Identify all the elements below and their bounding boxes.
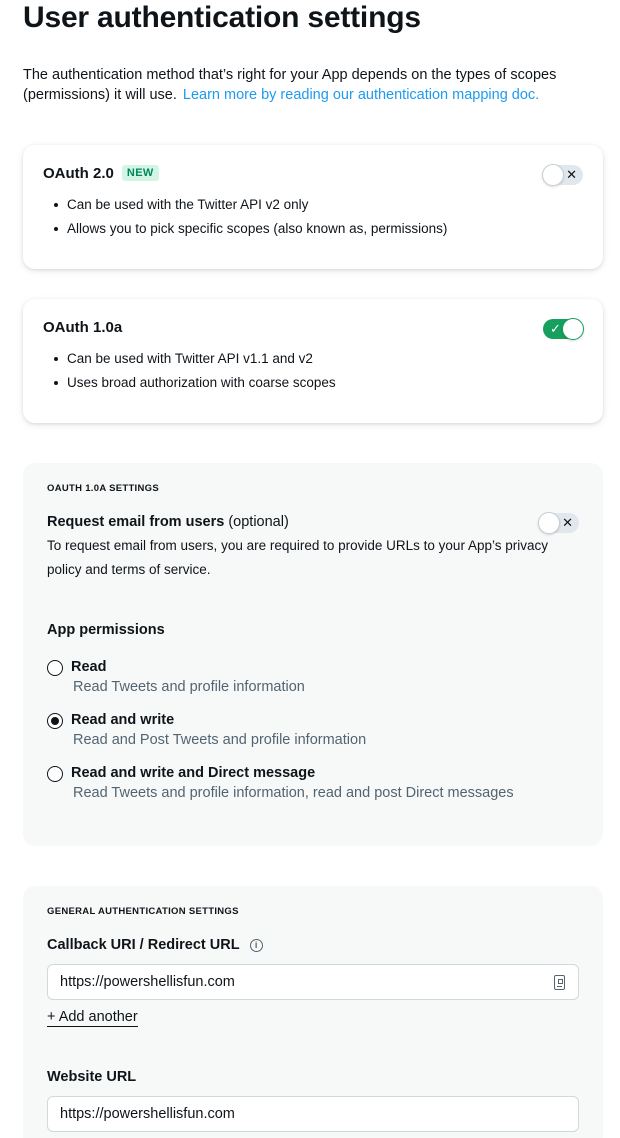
intro-text: The authentication method that’s right f… xyxy=(23,65,598,105)
website-url-field[interactable]: https://powershellisfun.com xyxy=(47,1096,579,1132)
auth-mapping-doc-link[interactable]: Learn more by reading our authentication… xyxy=(183,87,539,103)
callback-url-label-text: Callback URI / Redirect URL xyxy=(47,937,240,953)
oauth1-bullets: Can be used with Twitter API v1.1 and v2… xyxy=(54,347,336,395)
permission-read[interactable]: Read Read Tweets and profile information xyxy=(47,659,577,699)
permission-read-write-dm[interactable]: Read and write and Direct message Read T… xyxy=(47,765,577,805)
permission-description: Read Tweets and profile information, rea… xyxy=(73,785,514,801)
radio-button[interactable] xyxy=(47,660,63,676)
callback-url-label: Callback URI / Redirect URL i xyxy=(47,937,263,953)
toggle-knob xyxy=(542,164,564,186)
list-item: Can be used with the Twitter API v2 only xyxy=(53,193,447,217)
oauth2-bullets: Can be used with the Twitter API v2 only… xyxy=(53,193,447,241)
section-label: OAUTH 1.0A SETTINGS xyxy=(47,483,159,494)
new-badge: NEW xyxy=(121,165,159,181)
oauth1-settings-panel: OAUTH 1.0A SETTINGS Request email from u… xyxy=(23,463,603,846)
general-settings-panel: GENERAL AUTHENTICATION SETTINGS Callback… xyxy=(23,886,603,1138)
permission-read-write[interactable]: Read and write Read and Post Tweets and … xyxy=(47,712,577,752)
callback-url-field[interactable]: https://powershellisfun.com xyxy=(47,964,579,1000)
info-icon[interactable]: i xyxy=(249,939,263,952)
list-item: Uses broad authorization with coarse sco… xyxy=(54,371,336,395)
optional-text: (optional) xyxy=(228,514,289,530)
request-email-label: Request email from users (optional) xyxy=(47,514,289,530)
permission-label: Read and write and Direct message xyxy=(71,765,316,781)
radio-button[interactable] xyxy=(47,766,63,782)
callback-url-value: https://powershellisfun.com xyxy=(60,974,235,990)
list-item: Allows you to pick specific scopes (also… xyxy=(53,217,447,241)
permission-label: Read and write xyxy=(71,712,175,728)
toggle-knob xyxy=(562,318,584,340)
request-email-text: Request email from users xyxy=(47,514,225,530)
oauth2-card: OAuth 2.0 NEW ✕ Can be used with the Twit… xyxy=(23,145,603,269)
check-icon: ✓ xyxy=(550,321,561,336)
permission-label: Read xyxy=(71,659,107,675)
oauth1-title: OAuth 1.0a xyxy=(43,319,123,336)
add-another-link[interactable]: + Add another xyxy=(47,1009,138,1027)
app-permissions-label: App permissions xyxy=(47,622,165,638)
website-url-label: Website URL xyxy=(47,1069,137,1085)
permission-description: Read and Post Tweets and profile informa… xyxy=(73,732,367,748)
oauth2-title: OAuth 2.0 NEW xyxy=(43,165,159,182)
close-icon: ✕ xyxy=(562,515,573,530)
list-item: Can be used with Twitter API v1.1 and v2 xyxy=(54,347,336,371)
radio-button[interactable] xyxy=(47,713,63,729)
toggle-knob xyxy=(538,512,560,534)
autofill-icon[interactable] xyxy=(554,975,565,990)
request-email-toggle[interactable]: ✕ xyxy=(538,512,579,534)
close-icon: ✕ xyxy=(566,167,577,182)
oauth1-card: OAuth 1.0a ✓ Can be used with Twitter AP… xyxy=(23,299,603,423)
oauth1-toggle[interactable]: ✓ xyxy=(543,318,584,340)
oauth2-toggle[interactable]: ✕ xyxy=(542,164,583,186)
page-title: User authentication settings xyxy=(23,1,421,34)
permission-description: Read Tweets and profile information xyxy=(73,679,305,695)
request-email-help: To request email from users, you are req… xyxy=(47,538,548,577)
oauth2-title-text: OAuth 2.0 xyxy=(43,165,114,182)
section-label: GENERAL AUTHENTICATION SETTINGS xyxy=(47,906,239,917)
website-url-value: https://powershellisfun.com xyxy=(60,1106,235,1122)
